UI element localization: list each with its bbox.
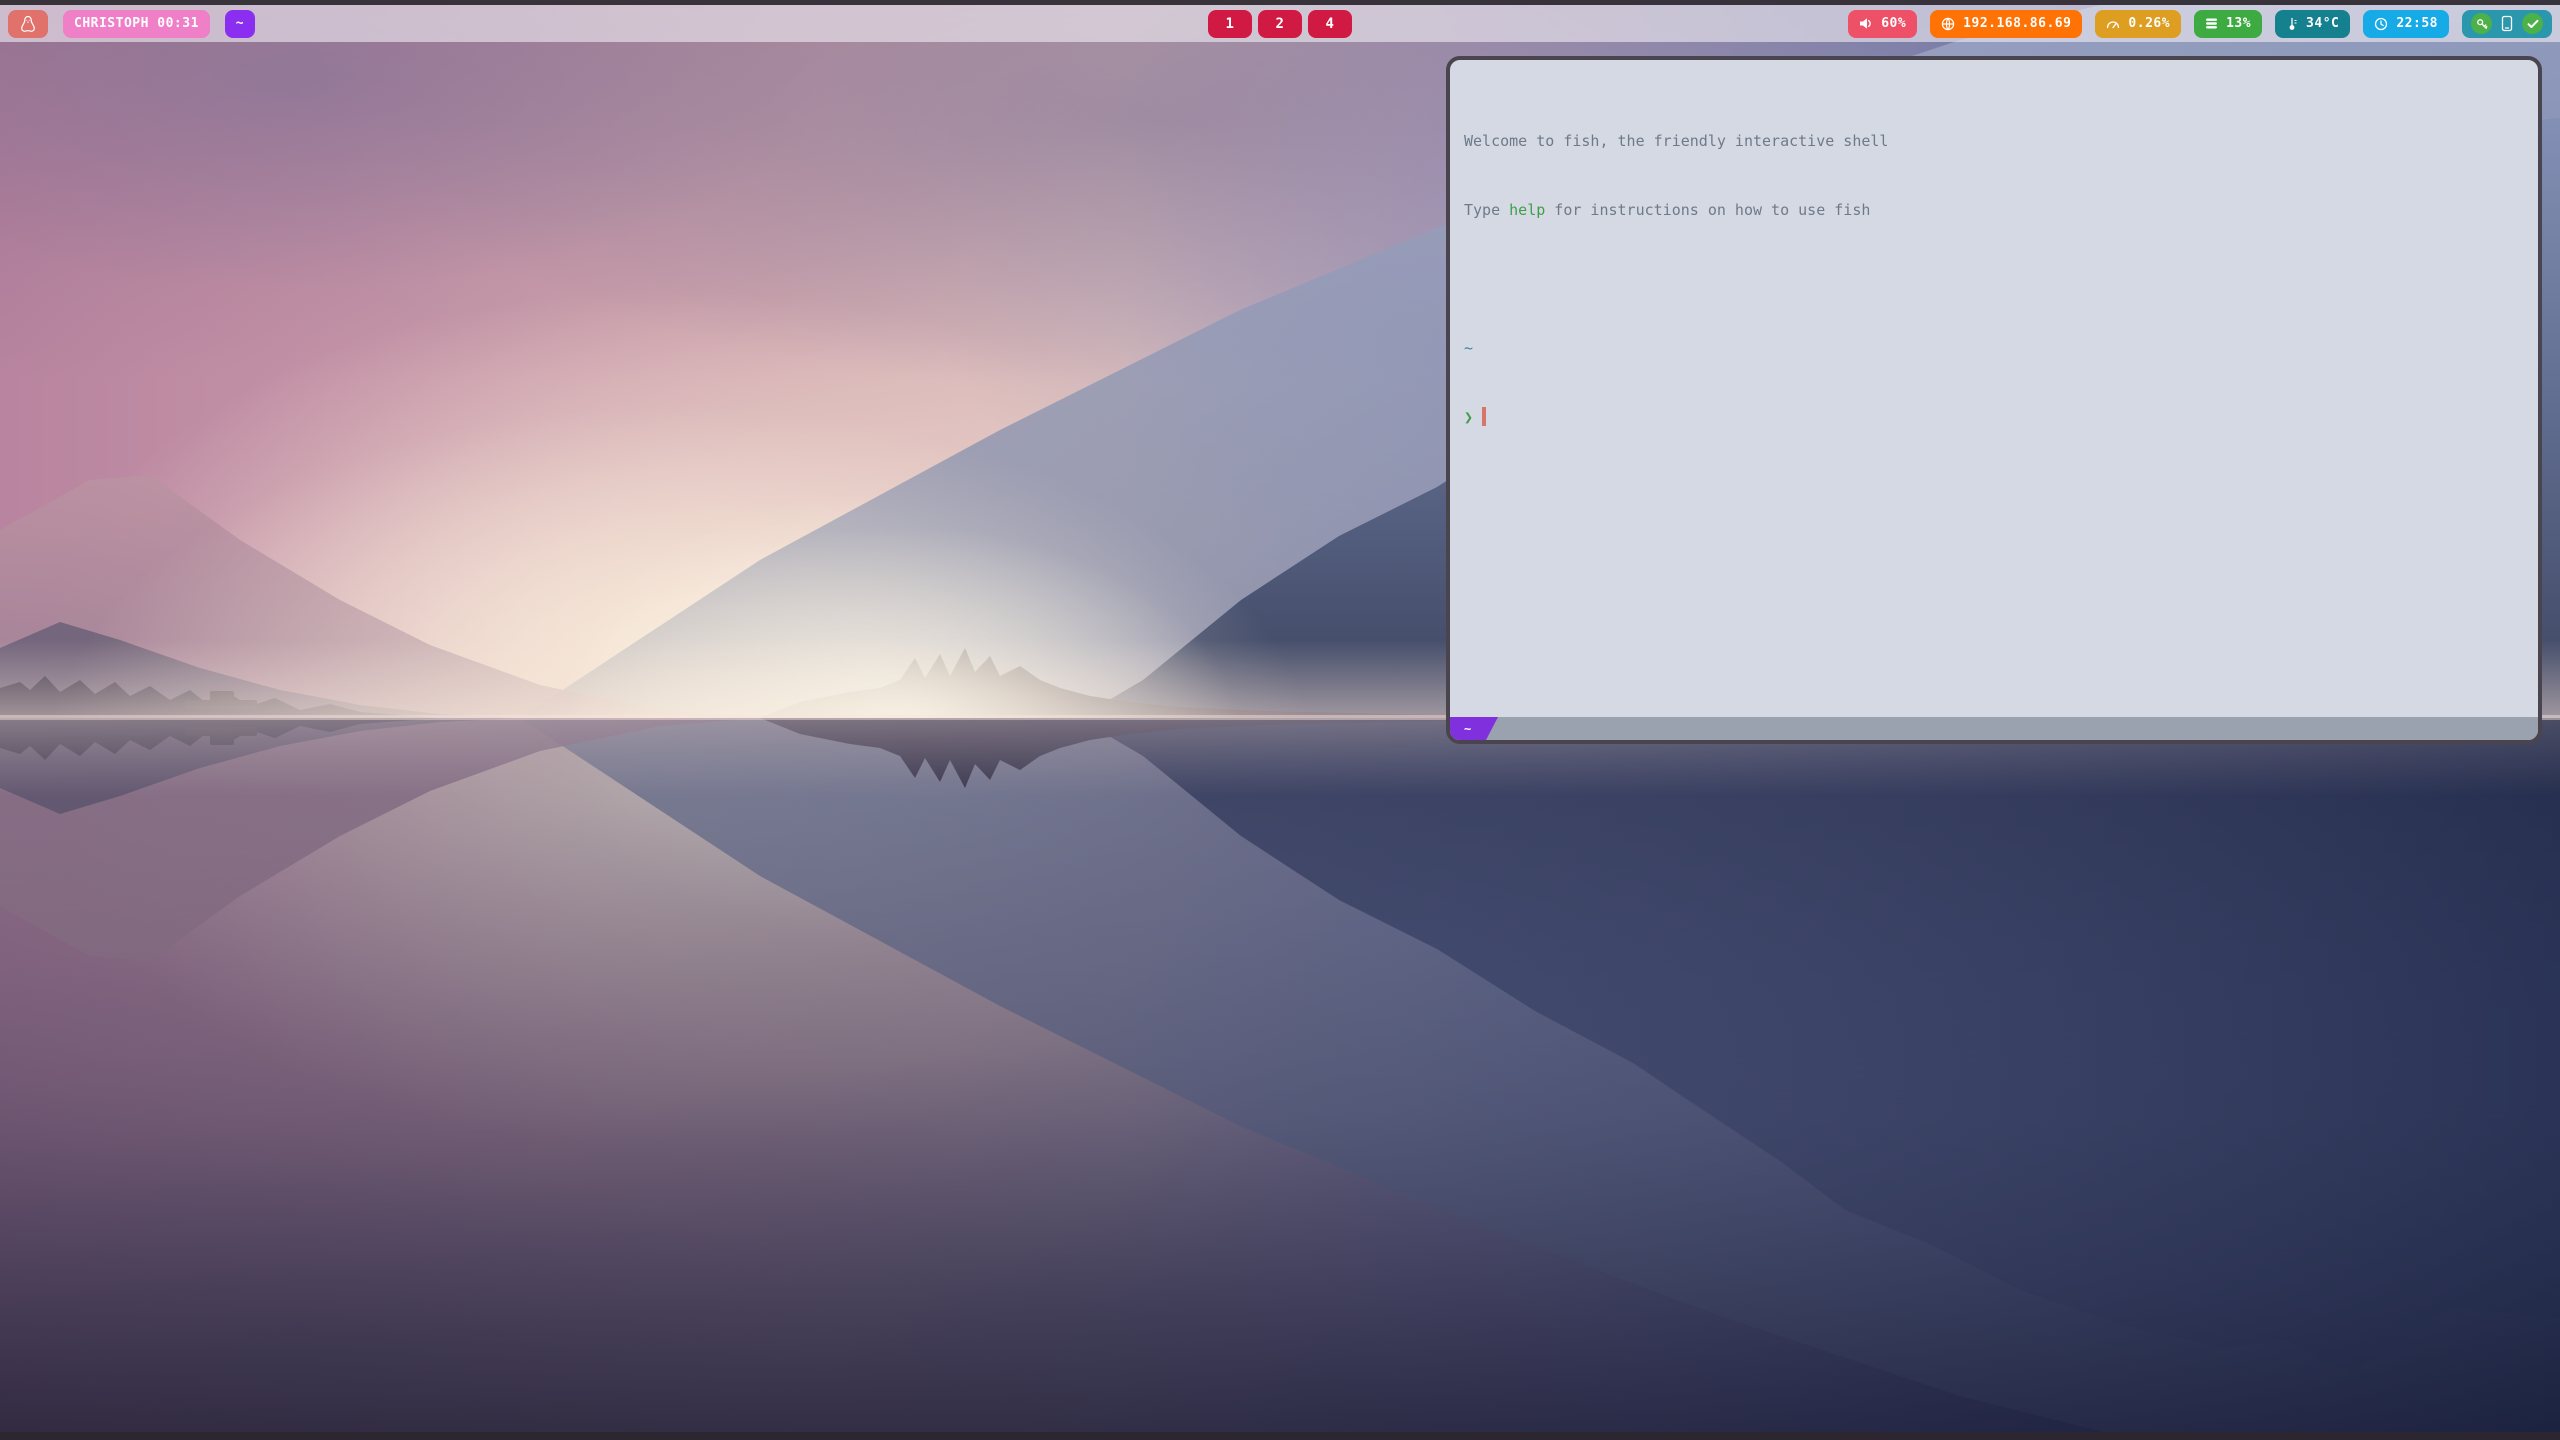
volume-value: 60% <box>1881 16 1906 31</box>
text-cursor <box>1482 407 1486 426</box>
focused-window-label: ~ <box>236 16 244 31</box>
prompt-chevron: ❯ <box>1464 408 1473 426</box>
memory-value: 13% <box>2226 16 2251 31</box>
clock-icon <box>2374 17 2388 31</box>
workspace-button-1[interactable]: 1 <box>1208 10 1252 38</box>
system-status-badge[interactable] <box>2462 10 2552 38</box>
volume-badge[interactable]: 60% <box>1848 10 1917 38</box>
terminal-window[interactable]: Welcome to fish, the friendly interactiv… <box>1446 56 2542 744</box>
bar-left-group: CHRISTOPH 00:31 ~ <box>8 10 255 38</box>
terminal-help-line: Type help for instructions on how to use… <box>1464 199 2524 222</box>
cpu-load-badge[interactable]: 0.26% <box>2095 10 2181 38</box>
temperature-value: 34°C <box>2306 16 2339 31</box>
terminal-tab-label: ~ <box>1464 722 1471 736</box>
workspace-label: 4 <box>1326 16 1335 32</box>
key-icon <box>2471 13 2492 34</box>
clock-value: 22:58 <box>2396 16 2438 31</box>
prompt-line[interactable]: ❯ <box>1464 406 2524 429</box>
temperature-badge[interactable]: 34°C <box>2275 10 2350 38</box>
memory-stack-icon <box>2205 17 2218 30</box>
thermometer-icon <box>2286 17 2298 31</box>
network-badge[interactable]: 192.168.86.69 <box>1930 10 2082 38</box>
terminal-output[interactable]: Welcome to fish, the friendly interactiv… <box>1450 60 2538 717</box>
focused-window-badge[interactable]: ~ <box>225 10 255 38</box>
bar-right-group: 60% 192.168.86.69 0.26 <box>1848 10 2552 38</box>
speaker-icon <box>1859 17 1873 30</box>
tux-penguin-icon <box>20 15 36 33</box>
prompt-cwd: ~ <box>1464 337 2524 360</box>
user-session-label: CHRISTOPH 00:31 <box>74 16 199 31</box>
workspace-label: 1 <box>1226 16 1235 32</box>
terminal-tab-home[interactable]: ~ <box>1450 717 1498 740</box>
workspace-switcher: 1 2 4 <box>1208 10 1352 38</box>
terminal-welcome-line: Welcome to fish, the friendly interactiv… <box>1464 130 2524 153</box>
workspace-button-4[interactable]: 4 <box>1308 10 1352 38</box>
ip-address-value: 192.168.86.69 <box>1963 16 2071 31</box>
clock-badge[interactable]: 22:58 <box>2363 10 2449 38</box>
launcher-button[interactable] <box>8 10 48 38</box>
phone-icon <box>2501 15 2513 32</box>
status-bar: CHRISTOPH 00:31 ~ 1 2 4 <box>0 0 2560 42</box>
terminal-blank-line <box>1464 268 2524 291</box>
help-keyword: help <box>1509 201 1545 219</box>
gauge-icon <box>2106 18 2120 30</box>
globe-icon <box>1941 17 1955 31</box>
memory-badge[interactable]: 13% <box>2194 10 2262 38</box>
terminal-tab-bar: ~ <box>1450 717 2538 740</box>
workspace-button-2[interactable]: 2 <box>1258 10 1302 38</box>
workspace-label: 2 <box>1276 16 1285 32</box>
user-session-badge[interactable]: CHRISTOPH 00:31 <box>63 10 210 38</box>
check-icon <box>2522 13 2543 34</box>
cpu-load-value: 0.26% <box>2128 16 2170 31</box>
